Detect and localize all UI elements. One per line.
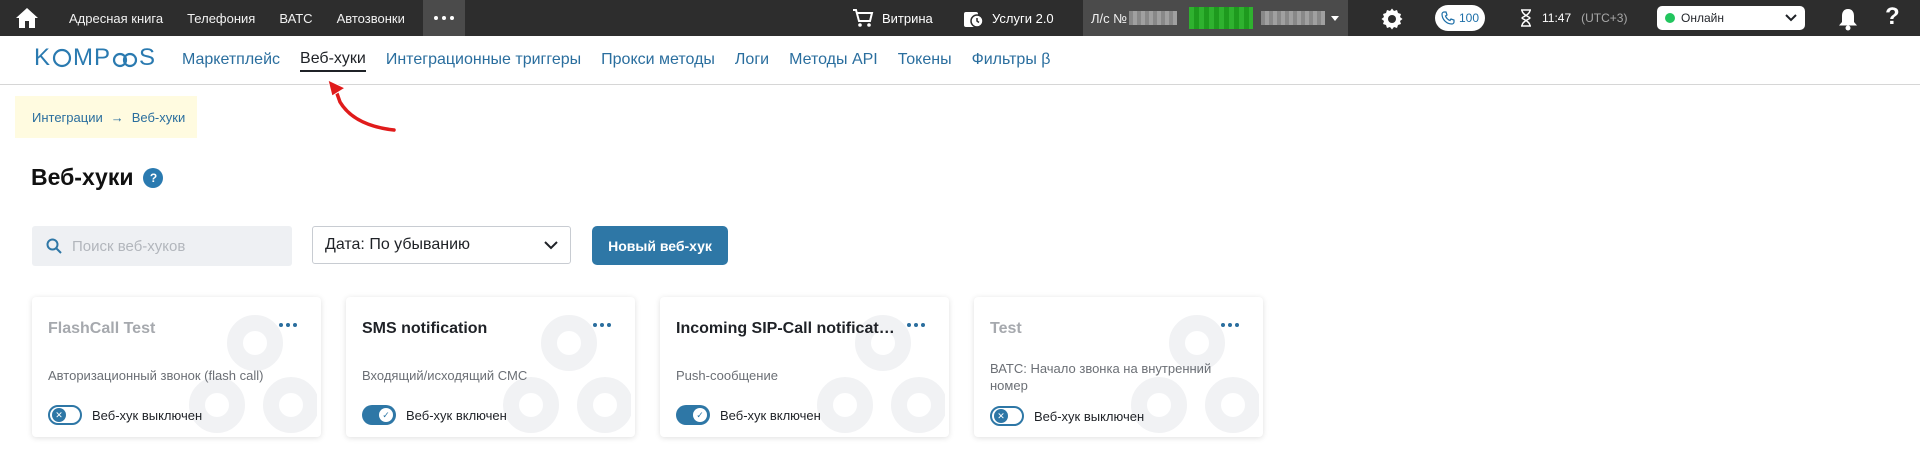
close-icon: ✕ xyxy=(994,409,1008,423)
webhook-card[interactable]: Test ВАТС: Начало звонка на внутренний н… xyxy=(974,297,1263,437)
card-title[interactable]: FlashCall Test xyxy=(48,320,278,338)
card-description: Push-сообщение xyxy=(676,368,778,383)
chevron-down-icon xyxy=(1785,14,1797,22)
top-link-address-book[interactable]: Адресная книга xyxy=(53,0,175,36)
card-toggle-row: ✕ Веб-хук выключен xyxy=(48,405,202,425)
timezone: (UTC+3) xyxy=(1581,11,1628,25)
top-navigation-bar: Адресная книга Телефония ВАТС Автозвонки… xyxy=(0,0,1920,36)
breadcrumb-webhooks[interactable]: Веб-хуки xyxy=(132,110,185,125)
tab-api-methods[interactable]: Методы API xyxy=(789,49,878,71)
logo-o-mark xyxy=(52,48,72,68)
chevron-down-icon xyxy=(544,240,558,249)
sort-select[interactable]: Дата: По убыванию xyxy=(312,226,571,264)
account-prefix: Л/с № xyxy=(1091,10,1128,26)
card-title[interactable]: Incoming SIP-Call notification xyxy=(676,320,896,338)
chevron-down-icon xyxy=(1331,15,1340,21)
close-icon: ✕ xyxy=(52,408,66,422)
webhook-card[interactable]: Incoming SIP-Call notification Push-сооб… xyxy=(660,297,949,437)
services-link[interactable]: Услуги 2.0 xyxy=(962,0,1054,36)
search-box[interactable] xyxy=(32,226,292,266)
page-title-text: Веб-хуки xyxy=(31,164,134,190)
more-menu-button[interactable] xyxy=(422,0,465,36)
toggle-label: Веб-хук выключен xyxy=(92,407,203,423)
card-description: Входящий/исходящий СМС xyxy=(362,368,528,383)
home-icon[interactable] xyxy=(0,0,53,36)
services-label: Услуги 2.0 xyxy=(992,10,1054,26)
breadcrumb: Интеграции → Веб-хуки xyxy=(15,96,197,138)
current-time: 11:47 xyxy=(1542,11,1572,25)
tab-tokens[interactable]: Токены xyxy=(898,49,952,71)
masked-account-name xyxy=(1261,11,1326,25)
integrations-nav: K MP S Маркетплейс Веб-хуки Интеграционн… xyxy=(0,36,1920,85)
logo-letter-s: S xyxy=(139,44,157,71)
cart-icon xyxy=(853,9,874,27)
sort-value: Дата: По убыванию xyxy=(325,236,470,253)
top-link-vats[interactable]: ВАТС xyxy=(267,0,324,36)
page-title: Веб-хуки ? xyxy=(31,164,164,191)
clock: 11:47 (UTC+3) xyxy=(1520,0,1627,36)
gear-icon[interactable] xyxy=(1380,7,1404,34)
webhook-toggle[interactable]: ✕ xyxy=(990,406,1024,426)
more-icon[interactable] xyxy=(907,323,925,327)
integrations-tabs: Маркетплейс Веб-хуки Интеграционные триг… xyxy=(182,36,1070,84)
breadcrumb-separator-icon: → xyxy=(110,109,124,125)
hourglass-icon xyxy=(1521,9,1531,27)
tab-filters[interactable]: Фильтры β xyxy=(972,49,1051,71)
toggle-label: Веб-хук включен xyxy=(720,407,821,423)
more-icon[interactable] xyxy=(1221,323,1239,327)
status-dropdown[interactable]: Онлайн xyxy=(1657,6,1805,30)
help-icon[interactable]: ? xyxy=(143,167,164,188)
active-calls-badge[interactable]: 100 xyxy=(1435,5,1485,31)
top-link-autocalls[interactable]: Автозвонки xyxy=(325,0,417,36)
card-toggle-row: ✓ Веб-хук включен xyxy=(676,405,821,425)
toggle-label: Веб-хук выключен xyxy=(1034,408,1145,424)
phone-icon xyxy=(1441,11,1455,25)
card-title[interactable]: Test xyxy=(990,320,1220,338)
more-icon[interactable] xyxy=(279,323,297,327)
search-input[interactable] xyxy=(72,237,272,255)
card-toggle-row: ✕ Веб-хук выключен xyxy=(990,406,1144,426)
top-link-telephony[interactable]: Телефония xyxy=(175,0,267,36)
online-status-dot xyxy=(1665,13,1675,23)
webhook-card[interactable]: SMS notification Входящий/исходящий СМС … xyxy=(346,297,635,437)
card-description: Авторизационный звонок (flash call) xyxy=(48,368,264,383)
masked-account-balance xyxy=(1189,7,1254,29)
active-calls-count: 100 xyxy=(1458,11,1480,25)
webhook-card[interactable]: FlashCall Test Авторизационный звонок (f… xyxy=(32,297,321,437)
tab-integration-triggers[interactable]: Интеграционные триггеры xyxy=(386,49,581,71)
toggle-label: Веб-хук включен xyxy=(406,407,507,423)
status-value: Онлайн xyxy=(1681,11,1724,25)
tab-logs[interactable]: Логи xyxy=(735,49,769,71)
bell-icon[interactable] xyxy=(1837,7,1859,34)
webhook-toggle[interactable]: ✕ xyxy=(48,405,82,425)
shop-label: Витрина xyxy=(882,10,933,26)
masked-account-number xyxy=(1129,11,1178,25)
card-toggle-row: ✓ Веб-хук включен xyxy=(362,405,507,425)
tab-marketplace[interactable]: Маркетплейс xyxy=(182,49,280,71)
check-icon: ✓ xyxy=(379,408,393,422)
breadcrumb-integrations[interactable]: Интеграции xyxy=(32,110,103,125)
shop-link[interactable]: Витрина xyxy=(852,0,933,36)
check-icon: ✓ xyxy=(693,408,707,422)
tab-proxy-methods[interactable]: Прокси методы xyxy=(601,49,715,71)
logo-a-mark xyxy=(112,52,138,68)
help-icon[interactable]: ? xyxy=(1885,3,1900,31)
more-icon[interactable] xyxy=(593,323,611,327)
kompas-logo[interactable]: K MP S xyxy=(34,44,156,72)
webhook-toggle[interactable]: ✓ xyxy=(362,405,396,425)
webhook-toggle[interactable]: ✓ xyxy=(676,405,710,425)
account-selector[interactable]: Л/с № xyxy=(1083,0,1348,36)
logo-letters-mp: MP xyxy=(73,44,112,71)
logo-letter-k: K xyxy=(34,44,52,71)
tab-webhooks[interactable]: Веб-хуки xyxy=(300,48,366,72)
card-title[interactable]: SMS notification xyxy=(362,320,592,338)
services-icon xyxy=(964,12,984,28)
card-description: ВАТС: Начало звонка на внутренний номер xyxy=(990,361,1212,393)
search-icon xyxy=(46,238,62,254)
new-webhook-button[interactable]: Новый веб-хук xyxy=(592,226,728,265)
